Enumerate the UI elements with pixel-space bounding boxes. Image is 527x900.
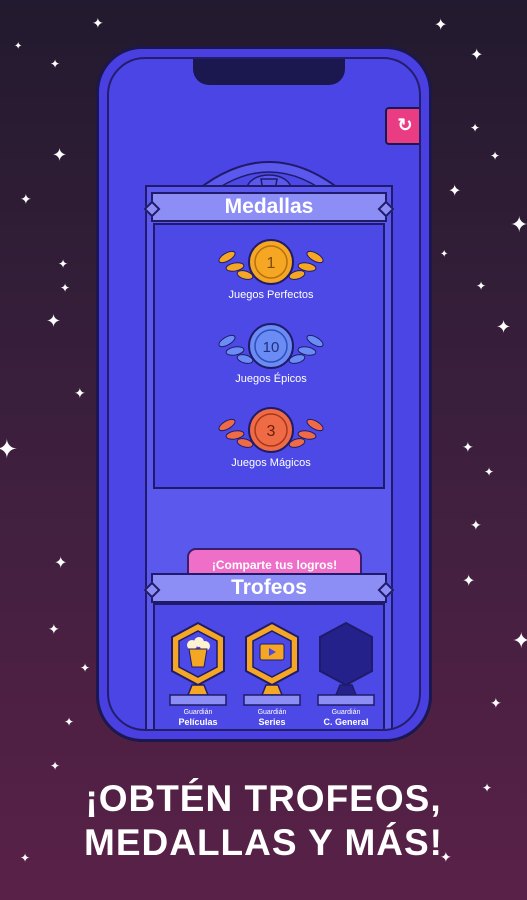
promo-headline-line2: MEDALLAS Y MÁS! [84, 822, 443, 863]
laurel-medal-icon: 1 [218, 239, 324, 285]
medal-count: 3 [267, 423, 276, 440]
phone-screen: ↻ Medallas 1 Juegos Perfectos 10 Juegos … [107, 57, 421, 731]
star-icon: ✦ [448, 183, 462, 200]
medal-perfect: 1 Juegos Perfectos [155, 237, 387, 301]
star-icon: ✦ [462, 573, 476, 590]
star-icon: ✦ [52, 145, 68, 165]
trophies-box: Guardián Películas Guardián Series Guard… [153, 603, 385, 729]
star-icon: ✦ [496, 317, 512, 337]
trophy-label: Películas [178, 717, 218, 727]
star-icon: ✦ [470, 121, 481, 135]
promo-headline-line1: ¡OBTÉN TROFEOS, [85, 778, 442, 819]
refresh-button[interactable]: ↻ [385, 107, 419, 145]
medal-label: Juegos Épicos [235, 373, 307, 385]
trophy-label: Series [258, 717, 286, 727]
laurel-medal-icon: 10 [218, 323, 324, 369]
star-icon: ✦ [510, 212, 527, 237]
trophy-series: Guardián Series [237, 621, 307, 727]
star-icon: ✦ [54, 555, 68, 572]
medals-box: 1 Juegos Perfectos 10 Juegos Épicos 3 Ju… [153, 223, 385, 489]
locked-trophy-icon [317, 621, 375, 706]
medal-label: Juegos Mágicos [231, 457, 311, 469]
star-icon: ✦ [470, 47, 484, 64]
laurel-medal-icon: 3 [218, 407, 324, 453]
medal-magic: 3 Juegos Mágicos [155, 405, 387, 469]
star-icon: ✦ [470, 517, 482, 533]
medal-label: Juegos Perfectos [228, 289, 314, 301]
star-icon: ✦ [58, 257, 69, 271]
refresh-icon: ↻ [397, 115, 413, 135]
trophy-subtitle: Guardián [183, 709, 213, 716]
phone-frame: ↻ Medallas 1 Juegos Perfectos 10 Juegos … [96, 46, 432, 742]
star-icon: ✦ [50, 57, 61, 71]
star-icon: ✦ [50, 759, 61, 773]
tv-trophy-icon [243, 621, 301, 706]
trophies-title: Trofeos [151, 573, 387, 603]
star-icon: ✦ [60, 281, 71, 295]
star-icon: ✦ [48, 621, 60, 637]
star-icon: ✦ [512, 628, 527, 653]
medals-title: Medallas [151, 192, 387, 222]
star-icon: ✦ [476, 279, 487, 293]
star-icon: ✦ [490, 695, 502, 711]
star-icon: ✦ [74, 385, 86, 401]
star-icon: ✦ [490, 149, 501, 163]
star-icon: ✦ [46, 311, 62, 331]
trophy-movies: Guardián Películas [163, 621, 233, 727]
star-icon: ✦ [64, 715, 75, 729]
star-icon: ✦ [440, 249, 449, 260]
medal-epic: 10 Juegos Épicos [155, 321, 387, 385]
phone-notch [193, 59, 345, 85]
star-icon: ✦ [484, 465, 495, 479]
star-icon: ✦ [434, 17, 448, 34]
trophy-subtitle: Guardián [257, 709, 287, 716]
popcorn-trophy-icon [169, 621, 227, 706]
star-icon: ✦ [0, 434, 18, 464]
star-icon: ✦ [14, 41, 23, 52]
trophy-label: C. General [323, 717, 369, 727]
medal-count: 10 [263, 339, 280, 356]
trophy-subtitle: Guardián [331, 709, 361, 716]
star-icon: ✦ [462, 439, 474, 455]
medal-count: 1 [267, 255, 276, 272]
trophy-general: Guardián C. General [311, 621, 381, 727]
star-icon: ✦ [20, 191, 32, 207]
star-icon: ✦ [80, 661, 91, 675]
star-icon: ✦ [92, 15, 104, 31]
